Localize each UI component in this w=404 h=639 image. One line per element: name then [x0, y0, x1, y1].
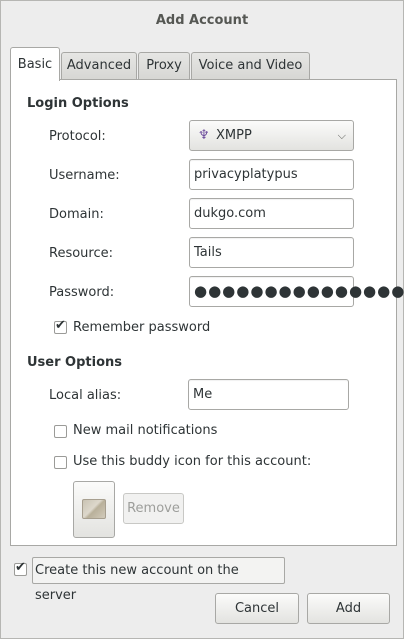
chevron-down-icon: ⌵: [337, 129, 346, 142]
add-account-dialog: Add Account Basic Advanced Proxy Voice a…: [0, 0, 404, 639]
create-account-checkbox[interactable]: [14, 560, 27, 576]
remember-password-label[interactable]: Remember password: [73, 320, 210, 335]
password-label: Password:: [49, 285, 115, 300]
protocol-value: XMPP: [216, 128, 252, 143]
password-field[interactable]: ●●●●●●●●●●●●●●●●: [189, 276, 404, 307]
local-alias-field[interactable]: Me: [188, 379, 349, 410]
protocol-label: Protocol:: [49, 129, 106, 144]
add-button[interactable]: Add: [307, 593, 390, 624]
resource-label: Resource:: [49, 246, 113, 261]
remember-password-checkbox[interactable]: [54, 318, 67, 334]
xmpp-icon: ♆: [198, 128, 210, 143]
username-field[interactable]: privacyplatypus: [189, 159, 354, 190]
new-mail-notifications-label[interactable]: New mail notifications: [73, 423, 217, 438]
buddy-icon-button[interactable]: [73, 481, 115, 538]
tab-advanced[interactable]: Advanced: [61, 52, 137, 80]
window-title: Add Account: [155, 13, 249, 28]
image-placeholder-icon: [82, 499, 106, 519]
tab-basic[interactable]: Basic: [10, 47, 60, 81]
buddy-icon-checkbox[interactable]: [54, 456, 67, 469]
remove-icon-button[interactable]: Remove: [123, 493, 184, 524]
cancel-button[interactable]: Cancel: [215, 593, 299, 624]
tab-voice-and-video[interactable]: Voice and Video: [191, 52, 310, 80]
domain-label: Domain:: [49, 207, 104, 222]
tab-proxy[interactable]: Proxy: [138, 52, 190, 80]
login-options-heading: Login Options: [27, 96, 129, 111]
resource-field[interactable]: Tails: [189, 237, 354, 268]
new-mail-notifications-checkbox[interactable]: [54, 425, 67, 438]
domain-field[interactable]: dukgo.com: [189, 198, 354, 229]
create-account-label[interactable]: Create this new account on the server: [32, 557, 285, 603]
protocol-select[interactable]: ♆ XMPP ⌵: [189, 120, 354, 151]
basic-tab-panel: Login Options Protocol: ♆ XMPP ⌵ Username…: [10, 79, 404, 546]
buddy-icon-label[interactable]: Use this buddy icon for this account:: [73, 454, 311, 469]
username-label: Username:: [49, 168, 120, 183]
user-options-heading: User Options: [27, 355, 122, 370]
local-alias-label: Local alias:: [49, 388, 122, 403]
